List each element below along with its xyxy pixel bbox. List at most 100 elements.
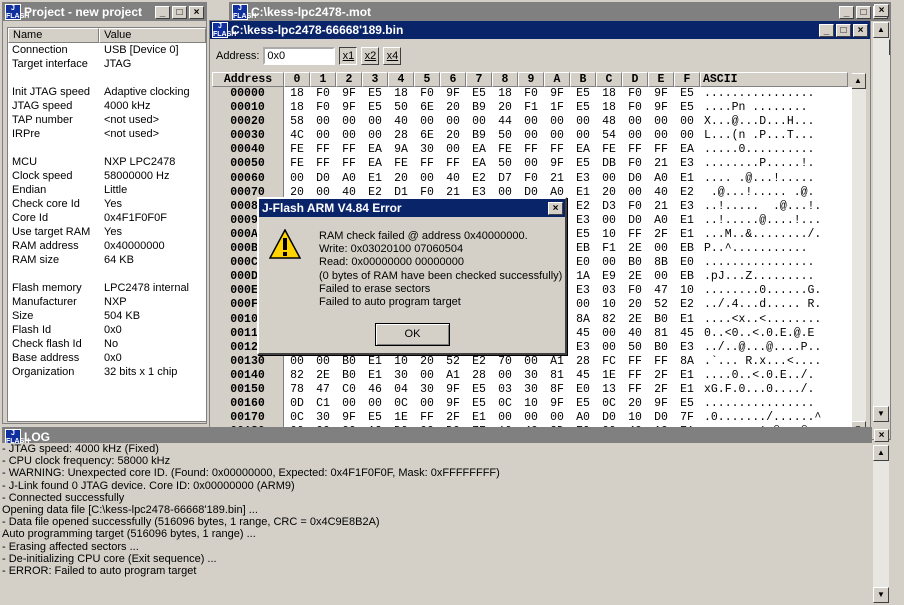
- hex-byte[interactable]: 50: [622, 341, 648, 355]
- hex-byte[interactable]: 20: [596, 186, 622, 200]
- property-row[interactable]: JTAG speed 4000 kHz: [8, 99, 206, 113]
- ok-button[interactable]: OK: [375, 323, 450, 346]
- hex-byte[interactable]: E1: [674, 172, 700, 186]
- restore-button[interactable]: □: [856, 5, 871, 19]
- hex-byte[interactable]: 8A: [570, 313, 596, 327]
- hex-byte[interactable]: E5: [362, 87, 388, 101]
- col-value-header[interactable]: Value: [99, 28, 206, 43]
- dialog-titlebar[interactable]: J-Flash ARM V4.84 Error ×: [259, 199, 565, 217]
- hex-byte[interactable]: 9F: [336, 87, 362, 101]
- hex-byte[interactable]: 8B: [648, 256, 674, 270]
- hex-byte[interactable]: 00: [336, 129, 362, 143]
- hex-byte[interactable]: 20: [440, 129, 466, 143]
- hex-byte[interactable]: F0: [622, 200, 648, 214]
- hex-byte[interactable]: 00: [414, 115, 440, 129]
- hex-byte[interactable]: F0: [310, 101, 336, 115]
- scroll-down-icon[interactable]: ▼: [873, 406, 889, 422]
- hex-byte[interactable]: B9: [466, 101, 492, 115]
- hex-byte[interactable]: D0: [622, 172, 648, 186]
- hex-byte[interactable]: E1: [362, 369, 388, 383]
- hex-byte[interactable]: A0: [336, 172, 362, 186]
- hex-byte[interactable]: 48: [596, 115, 622, 129]
- hex-byte[interactable]: 58: [284, 115, 310, 129]
- hex-byte[interactable]: E5: [466, 383, 492, 397]
- hex-byte[interactable]: 9F: [648, 101, 674, 115]
- hex-byte[interactable]: E3: [570, 284, 596, 298]
- property-row[interactable]: [8, 141, 206, 155]
- hex-byte[interactable]: 00: [440, 115, 466, 129]
- hex-byte[interactable]: F0: [518, 172, 544, 186]
- hex-byte[interactable]: 8A: [674, 355, 700, 369]
- hex-byte[interactable]: 9F: [440, 397, 466, 411]
- hex-byte[interactable]: D0: [596, 411, 622, 425]
- hex-byte[interactable]: 00: [622, 129, 648, 143]
- minimize-button[interactable]: _: [839, 5, 854, 19]
- hex-byte[interactable]: 7F: [674, 411, 700, 425]
- hex-byte[interactable]: 9F: [544, 157, 570, 171]
- property-row[interactable]: [8, 71, 206, 85]
- hex-byte[interactable]: 9F: [648, 397, 674, 411]
- hex-byte[interactable]: 00: [518, 157, 544, 171]
- hex-byte[interactable]: EA: [362, 143, 388, 157]
- hex-byte[interactable]: FF: [310, 143, 336, 157]
- hex-byte[interactable]: 00: [310, 115, 336, 129]
- hex-byte[interactable]: 2F: [440, 411, 466, 425]
- property-row[interactable]: TAP number <not used>: [8, 113, 206, 127]
- scroll-up-icon[interactable]: ▲: [873, 445, 889, 461]
- hex-byte[interactable]: 45: [674, 327, 700, 341]
- hex-byte[interactable]: 00: [518, 411, 544, 425]
- hex-byte[interactable]: 00: [544, 115, 570, 129]
- hex-byte[interactable]: C0: [336, 383, 362, 397]
- hex-byte[interactable]: 6E: [414, 101, 440, 115]
- hex-scrollbar[interactable]: ▲ ▼: [850, 73, 866, 437]
- property-row[interactable]: Clock speed 58000000 Hz: [8, 169, 206, 183]
- hex-byte[interactable]: F1: [518, 101, 544, 115]
- hex-byte[interactable]: E1: [674, 228, 700, 242]
- hex-byte[interactable]: 20: [492, 101, 518, 115]
- hex-byte[interactable]: A0: [648, 214, 674, 228]
- property-row[interactable]: MCU NXP LPC2478: [8, 155, 206, 169]
- hex-byte[interactable]: 00: [414, 397, 440, 411]
- hex-byte[interactable]: 40: [388, 115, 414, 129]
- scroll-up-icon[interactable]: ▲: [873, 22, 889, 38]
- hex-byte[interactable]: FF: [310, 157, 336, 171]
- bin-titlebar[interactable]: J FLASH C:\kess-lpc2478-66668'189.bin _ □…: [210, 21, 870, 39]
- hex-byte[interactable]: 00: [648, 115, 674, 129]
- hex-byte[interactable]: 00: [648, 270, 674, 284]
- hex-byte[interactable]: 9F: [336, 101, 362, 115]
- hex-byte[interactable]: 13: [596, 383, 622, 397]
- zoom-x4-button[interactable]: x4: [383, 47, 402, 65]
- hex-byte[interactable]: 81: [544, 369, 570, 383]
- hex-byte[interactable]: 00: [544, 411, 570, 425]
- hex-byte[interactable]: 70: [492, 355, 518, 369]
- hex-byte[interactable]: FE: [284, 157, 310, 171]
- hex-byte[interactable]: 10: [518, 397, 544, 411]
- hex-byte[interactable]: E5: [570, 157, 596, 171]
- hex-byte[interactable]: 2E: [310, 369, 336, 383]
- hex-byte[interactable]: F0: [622, 101, 648, 115]
- hex-byte[interactable]: FF: [414, 157, 440, 171]
- hex-byte[interactable]: E5: [674, 101, 700, 115]
- hex-byte[interactable]: E2: [674, 186, 700, 200]
- hex-byte[interactable]: EA: [570, 143, 596, 157]
- hex-byte[interactable]: 30: [310, 411, 336, 425]
- hex-byte[interactable]: 00: [596, 172, 622, 186]
- hex-byte[interactable]: 18: [596, 87, 622, 101]
- hex-byte[interactable]: 00: [336, 115, 362, 129]
- hex-byte[interactable]: 52: [440, 355, 466, 369]
- hex-byte[interactable]: FF: [544, 143, 570, 157]
- hex-byte[interactable]: E3: [570, 214, 596, 228]
- hex-byte[interactable]: 00: [570, 129, 596, 143]
- hex-byte[interactable]: 81: [648, 327, 674, 341]
- property-row[interactable]: IRPre <not used>: [8, 127, 206, 141]
- scroll-up-icon[interactable]: ▲: [850, 73, 866, 89]
- hex-byte[interactable]: E3: [674, 157, 700, 171]
- hex-byte[interactable]: 03: [492, 383, 518, 397]
- hex-byte[interactable]: E1: [674, 214, 700, 228]
- hex-byte[interactable]: B0: [336, 369, 362, 383]
- hex-byte[interactable]: 00: [362, 397, 388, 411]
- hex-byte[interactable]: E3: [674, 341, 700, 355]
- hex-byte[interactable]: E5: [570, 397, 596, 411]
- hex-byte[interactable]: 9F: [544, 87, 570, 101]
- hex-byte[interactable]: 9F: [440, 87, 466, 101]
